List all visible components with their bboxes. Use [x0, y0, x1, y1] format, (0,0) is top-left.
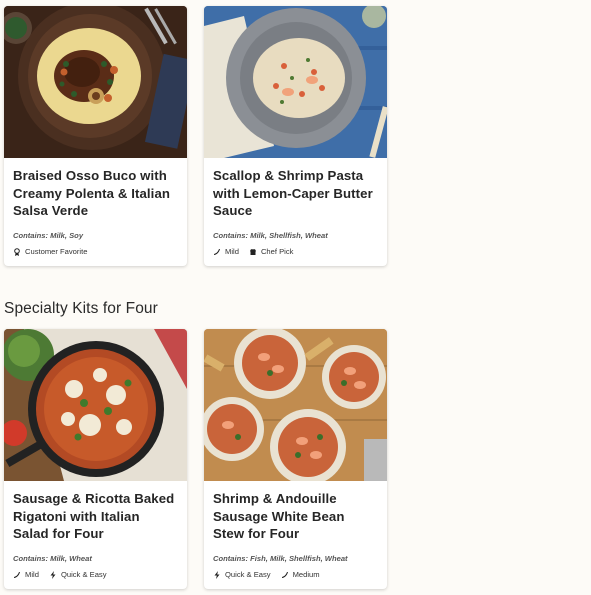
tag-chef-pick: Chef Pick	[249, 247, 294, 256]
recipe-card-osso-buco[interactable]: Braised Osso Buco with Creamy Polenta & …	[4, 6, 187, 266]
rigatoni-illustration	[4, 329, 187, 481]
osso-buco-illustration	[4, 6, 187, 158]
allergen-info: Contains: Milk, Soy	[13, 231, 84, 240]
tag-label: Quick & Easy	[225, 570, 271, 579]
recipe-tags: Mild Chef Pick	[213, 247, 293, 256]
tag-quick-easy: Quick & Easy	[49, 570, 107, 579]
recipe-image[interactable]	[204, 329, 387, 481]
chili-pepper-icon	[14, 571, 20, 578]
recipe-title[interactable]: Shrimp & Andouille Sausage White Bean St…	[213, 490, 378, 543]
recipe-tags: Quick & Easy Medium	[213, 570, 320, 579]
chef-hat-icon	[250, 248, 256, 255]
tag-medium: Medium	[281, 570, 320, 579]
tag-label: Quick & Easy	[60, 570, 107, 579]
allergen-info: Contains: Milk, Shellfish, Wheat	[213, 231, 328, 240]
tag-label: Mild	[25, 570, 39, 579]
scallop-pasta-illustration	[204, 6, 387, 158]
recipe-card-shrimp-andouille-stew[interactable]: Shrimp & Andouille Sausage White Bean St…	[204, 329, 387, 589]
tag-label: Medium	[292, 570, 320, 579]
tag-label: Mild	[225, 247, 239, 256]
recipe-tags: Mild Quick & Easy	[13, 570, 107, 579]
lightning-icon	[214, 570, 220, 579]
recipe-title[interactable]: Sausage & Ricotta Baked Rigatoni with It…	[13, 490, 178, 543]
recipe-card-sausage-ricotta-rigatoni[interactable]: Sausage & Ricotta Baked Rigatoni with It…	[4, 329, 187, 589]
recipe-title[interactable]: Braised Osso Buco with Creamy Polenta & …	[13, 167, 178, 220]
tag-mild: Mild	[13, 570, 39, 579]
lightning-icon	[50, 570, 56, 579]
recipe-card-scallop-shrimp-pasta[interactable]: Scallop & Shrimp Pasta with Lemon-Caper …	[204, 6, 387, 266]
tag-mild: Mild	[213, 247, 239, 256]
recipe-image[interactable]	[4, 6, 187, 158]
tag-label: Customer Favorite	[25, 247, 88, 256]
allergen-info: Contains: Fish, Milk, Shellfish, Wheat	[213, 554, 348, 563]
stew-illustration	[204, 329, 387, 481]
recipe-title[interactable]: Scallop & Shrimp Pasta with Lemon-Caper …	[213, 167, 378, 220]
ribbon-icon	[14, 247, 20, 256]
section-title: Specialty Kits for Four	[4, 300, 158, 317]
tag-customer-favorite: Customer Favorite	[13, 247, 87, 256]
tag-quick-easy: Quick & Easy	[213, 570, 271, 579]
chili-pepper-icon	[281, 571, 288, 578]
tag-label: Chef Pick	[260, 247, 294, 256]
allergen-info: Contains: Milk, Wheat	[13, 554, 92, 563]
recipe-tags: Customer Favorite	[13, 247, 87, 256]
chili-pepper-icon	[214, 248, 220, 255]
recipe-image[interactable]	[204, 6, 387, 158]
recipe-image[interactable]	[4, 329, 187, 481]
